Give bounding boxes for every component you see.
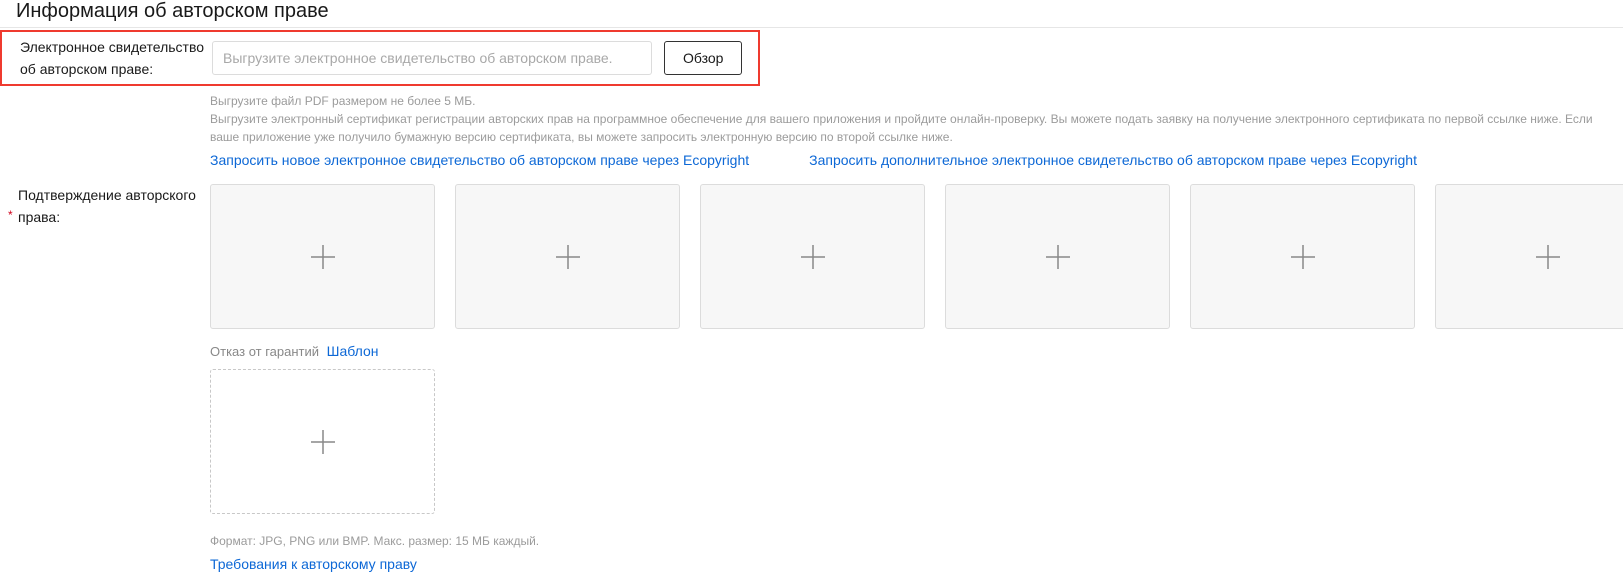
certificate-input[interactable]	[212, 41, 652, 75]
requirements-link[interactable]: Требования к авторскому праву	[210, 556, 417, 572]
link-additional-certificate[interactable]: Запросить дополнительное электронное сви…	[809, 152, 1417, 168]
certificate-highlight-box: Электронное свидетельство об авторском п…	[0, 30, 760, 86]
disclaimer-prefix: Отказ от гарантий	[210, 344, 319, 359]
upload-slot[interactable]	[1190, 184, 1415, 329]
format-hint: Формат: JPG, PNG или BMP. Макс. размер: …	[210, 532, 1623, 550]
hint-description: Выгрузите электронный сертификат регистр…	[210, 110, 1623, 146]
confirmation-upload-grid	[210, 184, 1623, 329]
template-link[interactable]: Шаблон	[327, 343, 379, 359]
plus-icon	[1289, 243, 1317, 271]
plus-icon	[554, 243, 582, 271]
certificate-label: Электронное свидетельство об авторском п…	[2, 36, 212, 80]
disclaimer-upload-slot[interactable]	[210, 369, 435, 514]
upload-slot[interactable]	[700, 184, 925, 329]
plus-icon	[1044, 243, 1072, 271]
disclaimer-label: Отказ от гарантий Шаблон	[210, 343, 1623, 359]
plus-icon	[1534, 243, 1562, 271]
upload-slot[interactable]	[210, 184, 435, 329]
upload-slot[interactable]	[1435, 184, 1623, 329]
upload-slot[interactable]	[455, 184, 680, 329]
hint-size: Выгрузите файл PDF размером не более 5 М…	[210, 92, 1623, 110]
plus-icon	[309, 428, 337, 456]
upload-slot[interactable]	[945, 184, 1170, 329]
plus-icon	[309, 243, 337, 271]
section-title: Информация об авторском праве	[0, 0, 1623, 28]
link-new-certificate[interactable]: Запросить новое электронное свидетельств…	[210, 152, 749, 168]
plus-icon	[799, 243, 827, 271]
browse-button[interactable]: Обзор	[664, 41, 742, 75]
confirmation-label: Подтверждение авторского права:	[0, 184, 210, 228]
